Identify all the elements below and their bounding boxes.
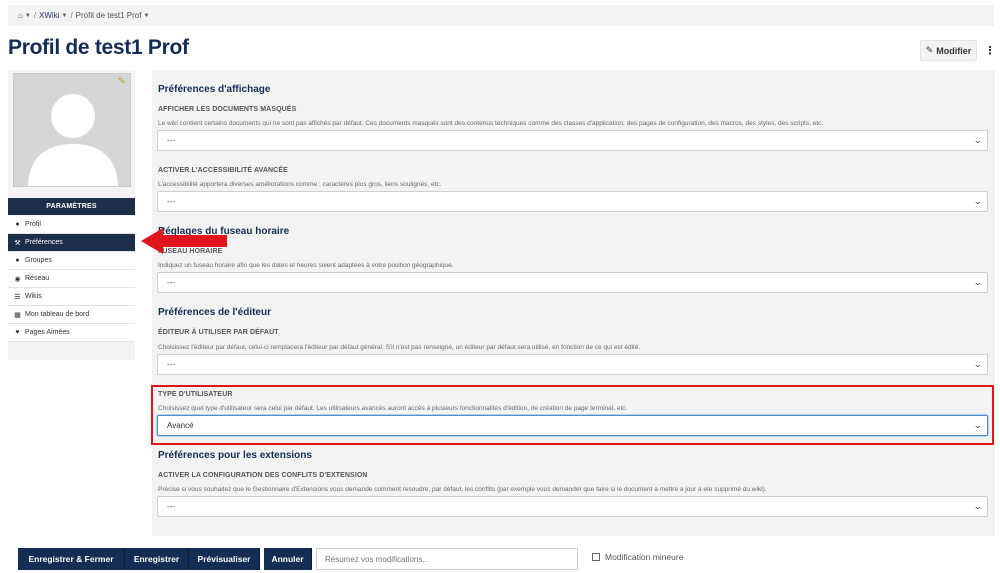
sidebar-item-dashboard[interactable]: ▦ Mon tableau de bord <box>8 306 135 324</box>
settings-menu: ● Profil ⚒ Préférences ● Groupes ◉ Résea… <box>8 216 135 342</box>
page-title: Profil de test1 Prof <box>8 36 189 59</box>
pencil-icon: ✎ <box>925 45 934 55</box>
sidebar-item-label: Wikis <box>25 293 42 300</box>
chevron-down-icon: ⌄ <box>973 135 983 145</box>
accessibility-hint: L'accessibilité apportera diverses améli… <box>158 181 442 188</box>
conflicts-select[interactable]: --- ⌄ <box>157 496 988 517</box>
section-title-extensions: Préférences pour les extensions <box>158 450 312 461</box>
sidebar-item-reseau[interactable]: ◉ Réseau <box>8 270 135 288</box>
breadcrumb: ⌂ ▼ / XWiki ▼ / Profil de test1 Prof ▼ <box>8 5 994 26</box>
user-icon: ● <box>15 221 20 228</box>
sidebar-item-label: Mon tableau de bord <box>25 311 90 318</box>
select-value: --- <box>167 502 175 511</box>
minor-edit-label: Modification mineure <box>605 552 684 562</box>
grid-icon: ▦ <box>14 311 21 319</box>
avatar: ✎ <box>13 73 131 187</box>
preferences-panel: Préférences d'affichage AFFICHER LES DOC… <box>152 70 995 536</box>
hidden-docs-hint: Le wiki contient certains documents qui … <box>158 120 824 127</box>
chevron-down-icon[interactable]: ▼ <box>25 13 31 19</box>
select-value: --- <box>167 197 175 206</box>
accessibility-select[interactable]: --- ⌄ <box>157 191 988 212</box>
sidebar-item-wikis[interactable]: ☰ Wikis <box>8 288 135 306</box>
summary-input[interactable] <box>325 554 577 564</box>
minor-edit-checkbox[interactable] <box>592 553 600 561</box>
accessibility-label: ACTIVER L'ACCESSIBILITÉ AVANCÉE <box>158 167 288 174</box>
edit-button-label: Modifier <box>936 45 972 56</box>
heart-icon: ♥ <box>15 329 20 336</box>
sidebar-item-liked-pages[interactable]: ♥ Pages Aimées <box>8 324 135 342</box>
preview-button[interactable]: Prévisualiser <box>189 548 260 570</box>
save-close-button[interactable]: Enregistrer & Fermer <box>18 548 125 570</box>
chevron-down-icon: ⌄ <box>973 359 983 369</box>
sidebar-item-profil[interactable]: ● Profil <box>8 216 135 234</box>
select-value: --- <box>167 360 175 369</box>
section-title-editor: Préférences de l'éditeur <box>158 307 271 318</box>
timezone-select[interactable]: --- ⌄ <box>157 272 988 293</box>
home-icon[interactable]: ⌂ <box>18 11 23 20</box>
edit-action-bar: Enregistrer & Fermer Enregistrer Prévisu… <box>0 543 1000 573</box>
breadcrumb-item-xwiki[interactable]: XWiki <box>39 11 59 20</box>
default-editor-select[interactable]: --- ⌄ <box>157 354 988 375</box>
list-icon: ☰ <box>14 293 21 301</box>
hidden-docs-label: AFFICHER LES DOCUMENTS MASQUÉS <box>158 106 297 113</box>
section-title-display: Préférences d'affichage <box>158 84 271 95</box>
chevron-down-icon: ⌄ <box>973 277 983 287</box>
sidebar-item-label: Groupes <box>25 257 52 264</box>
timezone-hint: Indiquez un fuseau horaire afin que les … <box>158 262 454 269</box>
wrench-icon: ⚒ <box>14 239 21 247</box>
sidebar-item-label: Pages Aimées <box>25 329 70 336</box>
chevron-down-icon: ⌄ <box>973 501 983 511</box>
chevron-down-icon[interactable]: ▼ <box>143 13 149 19</box>
default-editor-label: ÉDITEUR À UTILISER PAR DÉFAUT <box>158 329 279 336</box>
sidebar-item-groupes[interactable]: ● Groupes <box>8 252 135 270</box>
select-value: --- <box>167 136 175 145</box>
default-editor-hint: Choisissez l'éditeur par défaut, celui-c… <box>158 344 641 351</box>
conflicts-hint: Précise si vous souhaitez que le Gestion… <box>158 486 767 493</box>
profile-sidebar: ✎ PARAMÈTRES ● Profil ⚒ Préférences ● Gr… <box>8 70 135 360</box>
conflicts-label: ACTIVER LA CONFIGURATION DES CONFLITS D'… <box>158 472 368 479</box>
sidebar-item-label: Réseau <box>25 275 50 282</box>
more-vertical-icon[interactable]: ⋮ <box>982 40 998 61</box>
globe-icon: ◉ <box>14 275 21 283</box>
summary-input-wrapper <box>316 548 578 570</box>
red-arrow-icon <box>141 228 227 254</box>
sidebar-item-label: Préférences <box>25 239 63 246</box>
sidebar-item-preferences[interactable]: ⚒ Préférences <box>8 234 135 252</box>
chevron-down-icon: ⌄ <box>973 196 983 206</box>
edit-button[interactable]: ✎ Modifier <box>920 40 977 61</box>
minor-edit-option[interactable]: Modification mineure <box>592 552 683 562</box>
default-avatar-icon <box>14 74 130 186</box>
edit-avatar-icon[interactable]: ✎ <box>118 76 128 86</box>
select-value: --- <box>167 278 175 287</box>
cancel-button[interactable]: Annuler <box>264 548 312 570</box>
hidden-docs-select[interactable]: --- ⌄ <box>157 130 988 151</box>
chevron-down-icon[interactable]: ▼ <box>61 13 67 19</box>
users-icon: ● <box>15 257 20 264</box>
breadcrumb-item-current[interactable]: Profil de test1 Prof <box>76 11 142 20</box>
sidebar-item-label: Profil <box>25 221 41 228</box>
highlight-box <box>151 385 994 445</box>
save-button[interactable]: Enregistrer <box>125 548 189 570</box>
settings-header: PARAMÈTRES <box>8 198 135 215</box>
